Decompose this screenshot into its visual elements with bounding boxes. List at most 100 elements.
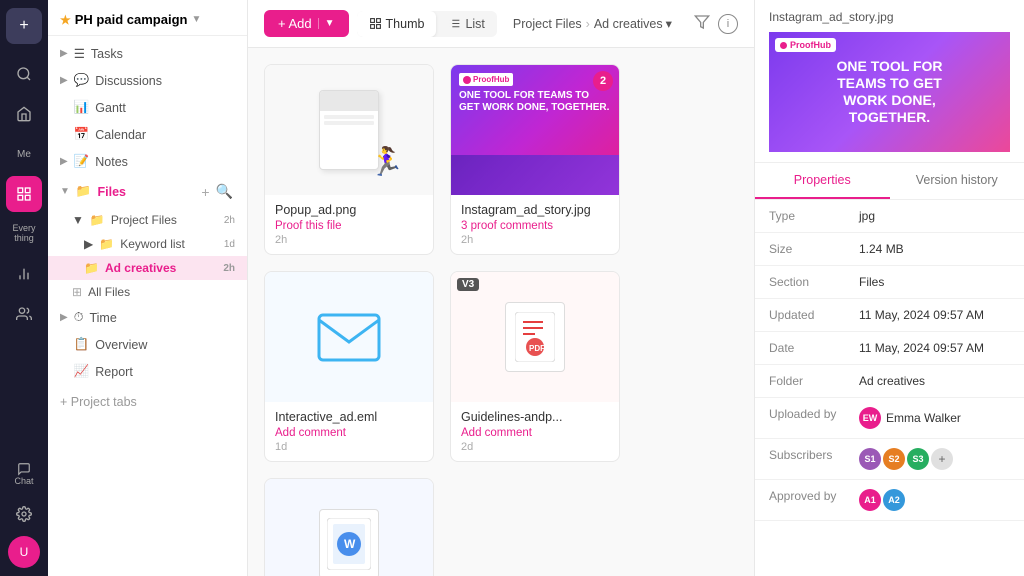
chat-icon: [17, 462, 31, 476]
add-button[interactable]: + Add ▼: [264, 10, 349, 37]
list-view-button[interactable]: List: [436, 11, 496, 37]
prop-date-label: Date: [769, 341, 859, 355]
file-card-interactive[interactable]: Interactive_ad.eml Add comment 1d: [264, 271, 434, 462]
sidebar-item-files[interactable]: ▼ 📁 Files + 🔍: [48, 175, 247, 208]
projects-button[interactable]: [6, 176, 42, 212]
me-button[interactable]: Me: [6, 136, 42, 172]
popup-filename: Popup_ad.png: [275, 203, 423, 217]
folder-pink-icon: 📁: [84, 261, 99, 275]
right-panel-tabs: Properties Version history: [755, 163, 1024, 200]
sidebar-item-overview[interactable]: ▶ 📋 Overview: [48, 331, 247, 358]
sidebar-item-project-files[interactable]: ▼ 📁 Project Files 2h: [48, 208, 247, 232]
breadcrumb-current[interactable]: Ad creatives ▾: [594, 16, 672, 31]
filter-icon: [694, 14, 710, 30]
breadcrumb-current-label: Ad creatives: [594, 17, 663, 31]
expand-icon: ▶: [60, 312, 68, 323]
ad-creatives-label: Ad creatives: [105, 261, 176, 275]
sidebar-item-notes[interactable]: ▶ 📝 Notes: [48, 148, 247, 175]
add-file-icon[interactable]: +: [199, 182, 211, 202]
home-button[interactable]: [6, 96, 42, 132]
prop-type: Type jpg: [755, 200, 1024, 233]
prop-approved-value: A1 A2: [859, 489, 905, 511]
tab-properties[interactable]: Properties: [755, 163, 890, 199]
sidebar-item-keyword-list[interactable]: ▶ 📁 Keyword list 1d: [48, 232, 247, 256]
interactive-action[interactable]: Add comment: [275, 427, 423, 439]
file-card-popup[interactable]: 🏃‍♀️ Popup_ad.png Proof this file 2h: [264, 64, 434, 255]
tasks-icon: ☰: [74, 46, 85, 61]
filter-button[interactable]: [694, 14, 710, 34]
prop-updated: Updated 11 May, 2024 09:57 AM: [755, 299, 1024, 332]
everything-button[interactable]: Everything: [6, 216, 42, 252]
project-star: ★: [60, 13, 71, 27]
expand-icon: ▶: [60, 156, 68, 167]
calendar-label: Calendar: [95, 128, 146, 142]
version-tab-label: Version history: [916, 173, 998, 187]
add-subscriber-button[interactable]: +: [931, 448, 953, 470]
thumb-view-button[interactable]: Thumb: [357, 11, 437, 37]
proofhub-logo: ProofHub: [459, 73, 513, 86]
file-card-instagram[interactable]: ProofHub ONE TOOL FOR TEAMS TO GET WORK …: [450, 64, 620, 255]
right-panel-headline: ONE TOOL FORTEAMS TO GETWORK DONE,TOGETH…: [836, 58, 942, 125]
sidebar-icons: + Me Everything Chat U: [0, 0, 48, 576]
breadcrumb-dropdown-icon: ▾: [666, 16, 672, 31]
email-icon: [314, 310, 384, 365]
settings-button[interactable]: [6, 496, 42, 532]
sidebar-item-calendar[interactable]: ▶ 📅 Calendar: [48, 121, 247, 148]
search-button[interactable]: [6, 56, 42, 92]
breadcrumb-root[interactable]: Project Files: [513, 17, 582, 31]
nav-header: ★ PH paid campaign ▼: [48, 0, 247, 36]
svg-text:PDF: PDF: [529, 344, 545, 353]
popup-action[interactable]: Proof this file: [275, 220, 423, 232]
add-dropdown-arrow[interactable]: ▼: [318, 18, 335, 29]
user-avatar[interactable]: U: [8, 536, 40, 568]
file-info-guidelines: Guidelines-andp... Add comment 2d: [451, 402, 619, 461]
project-title[interactable]: ★ PH paid campaign ▼: [60, 12, 201, 27]
all-files-label: All Files: [88, 285, 130, 299]
reports-button[interactable]: [6, 256, 42, 292]
svg-text:W: W: [344, 537, 356, 551]
sidebar-item-discussions[interactable]: ▶ 💬 Discussions: [48, 67, 247, 94]
banner-people: [451, 155, 619, 195]
pdf-icon: PDF: [515, 312, 555, 362]
sidebar-item-time[interactable]: ▶ ⏱ Time: [48, 304, 247, 331]
view-toggle: Thumb List: [357, 11, 497, 37]
tab-version-history[interactable]: Version history: [890, 163, 1024, 199]
main-content: + Add ▼ Thumb List Project Files › Ad cr…: [248, 0, 754, 576]
add-label: + Add: [278, 16, 312, 31]
right-panel-thumbnail: ProofHub ONE TOOL FORTEAMS TO GETWORK DO…: [769, 32, 1010, 152]
overview-label: Overview: [95, 338, 147, 352]
word-thumb: W: [319, 509, 379, 576]
sidebar-item-report[interactable]: ▶ 📈 Report: [48, 358, 247, 385]
instagram-action[interactable]: 3 proof comments: [461, 220, 609, 232]
add-new-button[interactable]: +: [6, 8, 42, 44]
properties-tab-label: Properties: [794, 173, 851, 187]
people-button[interactable]: [6, 296, 42, 332]
keyword-badge: 1d: [224, 239, 235, 250]
sidebar-item-all-files[interactable]: ⊞ All Files: [48, 280, 247, 304]
file-card-guidelines[interactable]: V3 PDF Guidelines-andp... Add comment 2d: [450, 271, 620, 462]
file-thumb-popup: 🏃‍♀️: [265, 65, 433, 195]
gantt-label: Gantt: [95, 101, 126, 115]
prop-size-value: 1.24 MB: [859, 242, 904, 256]
subscriber-avatar-2: S2: [883, 448, 905, 470]
sidebar-item-project-tabs[interactable]: + Project tabs: [48, 389, 247, 415]
prop-approved-label: Approved by: [769, 489, 859, 503]
instagram-filename: Instagram_ad_story.jpg: [461, 203, 609, 217]
sidebar-item-ad-creatives[interactable]: 📁 Ad creatives 2h: [48, 256, 247, 280]
sidebar-item-tasks[interactable]: ▶ ☰ Tasks: [48, 40, 247, 67]
sidebar-item-gantt[interactable]: ▶ 📊 Gantt: [48, 94, 247, 121]
breadcrumb: Project Files › Ad creatives ▾: [513, 16, 672, 31]
file-card-newspaper[interactable]: W Newspaper_ad_quarter... Add comment 1w: [264, 478, 434, 576]
nav-panel: ★ PH paid campaign ▼ ▶ ☰ Tasks ▶ 💬 Discu…: [48, 0, 248, 576]
chat-button[interactable]: Chat: [6, 456, 42, 492]
everything-label: Everything: [12, 224, 35, 244]
search-icon: [16, 66, 32, 82]
guidelines-action[interactable]: Add comment: [461, 427, 609, 439]
info-button[interactable]: i: [718, 14, 738, 34]
ad-badge: 2h: [223, 263, 235, 274]
folder-icon: 📁: [99, 237, 114, 251]
files-actions: + 🔍: [199, 181, 235, 202]
interactive-filename: Interactive_ad.eml: [275, 410, 423, 424]
search-files-icon[interactable]: 🔍: [214, 181, 235, 202]
tasks-label: Tasks: [91, 47, 123, 61]
